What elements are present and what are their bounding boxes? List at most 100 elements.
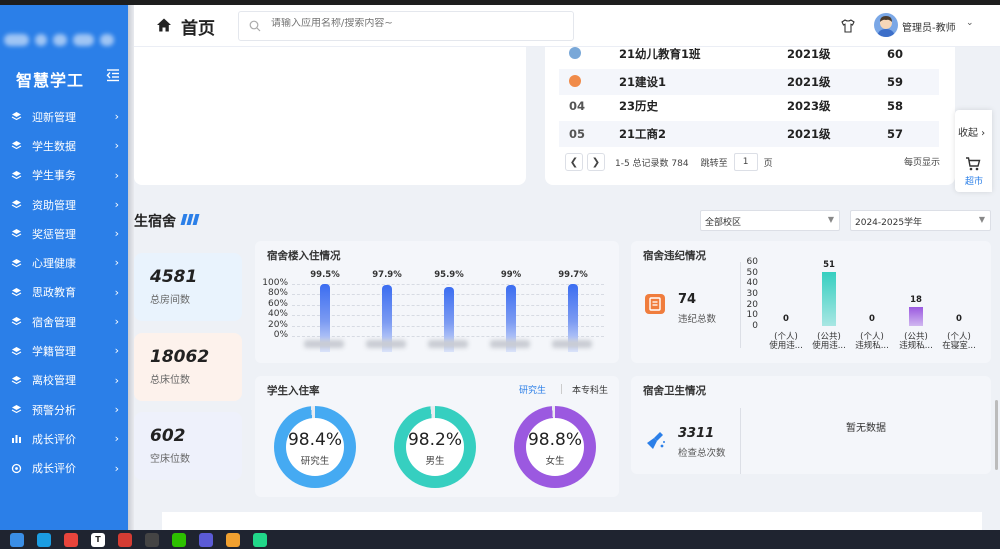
goto-page-input[interactable]: 1 bbox=[733, 153, 758, 171]
sidebar-item[interactable]: 预警分析 › bbox=[0, 395, 128, 424]
pagination: ❮ ❯ 1-5 总记录数 784 跳转至 1 页 每页显示 5 bbox=[565, 152, 977, 172]
avatar[interactable] bbox=[874, 13, 898, 37]
donut-percent: 98.4% bbox=[287, 430, 342, 450]
sidebar-item[interactable]: 学生数据 › bbox=[0, 131, 128, 160]
violations-total: 74 bbox=[678, 292, 697, 307]
scrollbar[interactable] bbox=[995, 400, 998, 470]
sidebar-item-label: 成长评价 bbox=[32, 462, 76, 476]
y-tick-label: 100% bbox=[262, 278, 288, 288]
collapse-menu-icon[interactable] bbox=[106, 67, 122, 83]
medal-icon bbox=[559, 74, 619, 90]
stat-value: 18062 bbox=[150, 347, 210, 367]
netease-icon[interactable] bbox=[118, 532, 132, 547]
bar-value-label: 99% bbox=[500, 270, 522, 280]
wps-icon[interactable] bbox=[226, 532, 240, 547]
sidebar-item[interactable]: 学生事务 › bbox=[0, 161, 128, 190]
y-tick-label: 40 bbox=[746, 278, 758, 289]
blurred-category-label bbox=[428, 340, 468, 348]
sidebar-item-label: 思政教育 bbox=[32, 286, 76, 300]
sidebar-item-label: 成长评价 bbox=[32, 432, 76, 446]
violation-bar[interactable] bbox=[822, 271, 836, 326]
app-icon[interactable] bbox=[199, 532, 213, 547]
sidebar-item-label: 学生数据 bbox=[32, 139, 76, 153]
bar-value-label: 18 bbox=[910, 294, 922, 305]
grid-line bbox=[292, 284, 604, 285]
layers-icon bbox=[10, 228, 22, 240]
donut-label: 女生 bbox=[545, 456, 565, 467]
sidebar-item[interactable]: 思政教育 › bbox=[0, 278, 128, 307]
ranking-card: 21幼儿教育1班 2021级 60 21建设1 2021级 59 04 23历史 2023级 58… bbox=[545, 46, 977, 185]
y-tick-label: 20 bbox=[746, 299, 758, 310]
bar-value-label: 99.5% bbox=[310, 270, 340, 280]
windows-start-icon[interactable] bbox=[10, 532, 24, 547]
y-tick-label: 80% bbox=[267, 288, 288, 299]
sidebar-item[interactable]: 宿舍管理 › bbox=[0, 307, 128, 336]
class-name: 21建设1 bbox=[619, 75, 667, 89]
terminal-icon[interactable] bbox=[145, 532, 159, 547]
violation-bar[interactable] bbox=[909, 306, 923, 326]
user-name[interactable]: 管理员-教师 bbox=[902, 19, 956, 34]
sidebar-item[interactable]: 资助管理 › bbox=[0, 190, 128, 219]
top-header: 首页 管理员-教师 ⌄ bbox=[134, 5, 1000, 47]
tab-undergraduate[interactable]: 本专科生 bbox=[572, 383, 608, 396]
chevron-right-icon: › bbox=[114, 197, 119, 211]
layers-icon bbox=[10, 345, 22, 357]
cart-icon[interactable] bbox=[965, 156, 981, 175]
chevron-down-icon[interactable]: ⌄ bbox=[966, 18, 974, 28]
chevron-right-icon: › bbox=[114, 256, 119, 270]
sidebar-menu: 迎新管理 › 学生数据 › 学生事务 › 资助管理 › 奖惩管理 › 心理健康 › 思政教育 › 宿舍管理 ›… bbox=[0, 102, 128, 483]
chevron-right-icon: › bbox=[114, 168, 119, 182]
campus-select[interactable]: 全部校区 ▼ bbox=[700, 210, 840, 231]
sidebar-item[interactable]: 成长评价 › bbox=[0, 424, 128, 453]
category-label: 在寝室... bbox=[942, 341, 976, 351]
medal-icon bbox=[559, 46, 619, 62]
y-tick-label: 50 bbox=[746, 267, 758, 278]
os-taskbar: T bbox=[0, 530, 1000, 549]
sidebar-item[interactable]: 心理健康 › bbox=[0, 248, 128, 277]
edge-icon[interactable] bbox=[37, 532, 51, 547]
chevron-right-icon: › bbox=[114, 373, 119, 387]
rank-number: 04 bbox=[569, 99, 586, 113]
stat-label: 总床位数 bbox=[150, 375, 190, 386]
stat-card: 602 空床位数 bbox=[134, 412, 242, 480]
sidebar: 智慧学工 迎新管理 › 学生数据 › 学生事务 › 资助管理 › 奖惩管理 › 心理健康 › 思政教育 ›… bbox=[0, 5, 128, 530]
search-input[interactable] bbox=[271, 18, 561, 29]
sidebar-item-label: 离校管理 bbox=[32, 374, 76, 388]
collapse-button[interactable]: 收起 › bbox=[958, 124, 985, 139]
chevron-right-icon: › bbox=[114, 402, 119, 416]
sidebar-item[interactable]: 迎新管理 › bbox=[0, 102, 128, 131]
grade: 2021级 bbox=[787, 47, 831, 61]
grade: 2023级 bbox=[787, 99, 831, 113]
search-box[interactable] bbox=[238, 11, 574, 41]
count: 58 bbox=[887, 99, 904, 113]
sidebar-item-label: 心理健康 bbox=[32, 257, 76, 271]
blurred-category-label bbox=[490, 340, 530, 348]
pycharm-icon[interactable] bbox=[253, 532, 267, 547]
shirt-icon[interactable] bbox=[840, 18, 856, 34]
cart-label[interactable]: 超市 bbox=[965, 174, 983, 187]
sidebar-item[interactable]: 成长评价 › bbox=[0, 454, 128, 483]
year-select[interactable]: 2024-2025学年 ▼ bbox=[850, 210, 991, 231]
sidebar-item[interactable]: 学籍管理 › bbox=[0, 336, 128, 365]
prev-page-button[interactable]: ❮ bbox=[565, 153, 583, 171]
layers-icon bbox=[10, 257, 22, 269]
sidebar-item[interactable]: 离校管理 › bbox=[0, 366, 128, 395]
circle-icon bbox=[10, 462, 22, 474]
next-page-button[interactable]: ❯ bbox=[587, 153, 605, 171]
donut-label: 研究生 bbox=[300, 456, 330, 467]
donut-chart: 98.4% 研究生 bbox=[274, 406, 356, 488]
page-title: 首页 bbox=[181, 19, 215, 39]
hygiene-title: 宿舍卫生情况 bbox=[643, 385, 706, 397]
sidebar-item[interactable]: 奖惩管理 › bbox=[0, 219, 128, 248]
category-label: 使用违... bbox=[812, 341, 846, 351]
bar-value-label: 51 bbox=[823, 259, 835, 270]
sidebar-divider bbox=[128, 5, 134, 530]
layers-icon bbox=[10, 316, 22, 328]
wechat-icon[interactable] bbox=[172, 532, 186, 547]
checkin-title: 学生入住率 bbox=[267, 385, 320, 397]
home-icon[interactable] bbox=[156, 17, 172, 33]
donut-chart: 98.2% 男生 bbox=[394, 406, 476, 488]
tab-graduate[interactable]: 研究生 bbox=[519, 383, 546, 396]
typora-icon[interactable]: T bbox=[91, 532, 105, 547]
chrome-icon[interactable] bbox=[64, 532, 78, 547]
